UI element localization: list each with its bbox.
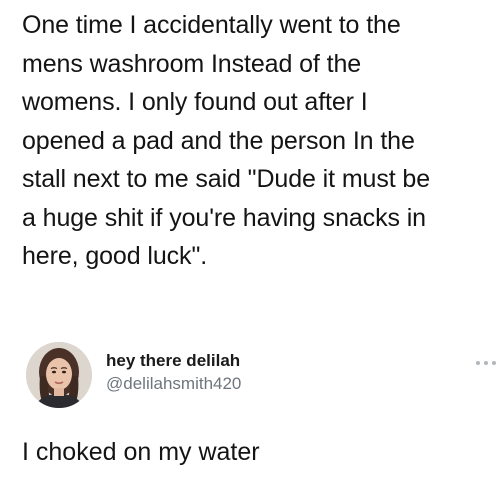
more-options-button[interactable] <box>473 353 499 373</box>
tweet-body: One time I accidentally went to the mens… <box>22 6 492 276</box>
avatar-image <box>26 342 92 408</box>
tweet-line: One time I accidentally went to the <box>22 11 401 39</box>
display-name[interactable]: hey there delilah <box>106 351 240 371</box>
reply-header: hey there delilah @delilahsmith420 <box>18 338 496 418</box>
reply-text: I choked on my water <box>22 438 260 466</box>
tweet-line: stall next to me said "Dude it must be <box>22 165 431 193</box>
tweet-line: opened a pad and the person In the <box>22 126 415 155</box>
tweet-line: a huge shit if you're having snacks in <box>22 203 426 232</box>
tweet-line: here, good luck". <box>22 242 208 270</box>
tweet-line: mens washroom Instead of the <box>22 49 362 78</box>
user-handle[interactable]: @delilahsmith420 <box>106 374 241 394</box>
tweet-line: womens. I only found out after I <box>22 88 368 116</box>
more-horizontal-icon <box>476 361 496 365</box>
avatar[interactable] <box>26 342 92 408</box>
